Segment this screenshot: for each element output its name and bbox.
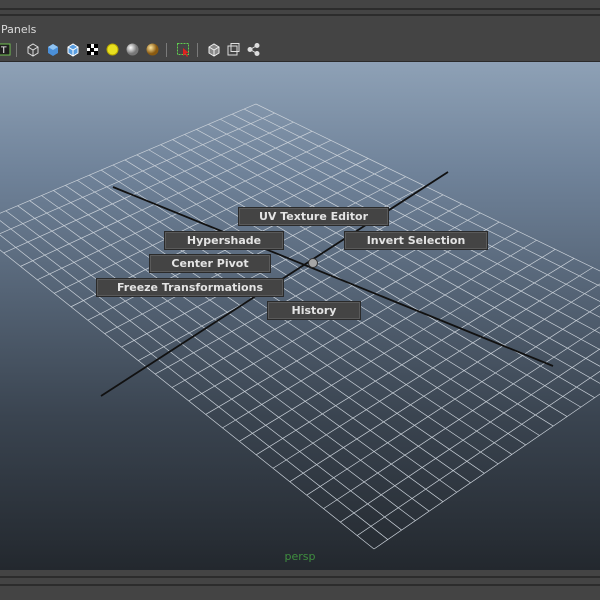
frame-cube-icon[interactable]: [226, 42, 241, 57]
isolate-cube-icon[interactable]: [206, 42, 221, 57]
checker-texture-icon[interactable]: [85, 42, 100, 57]
panel-toolbar: T: [0, 39, 600, 62]
marking-menu-center: [308, 258, 318, 268]
perspective-viewport[interactable]: UV Texture Editor Hypershade Invert Sele…: [0, 62, 600, 570]
camera-label: persp: [284, 550, 316, 563]
toolbar-separator: [166, 43, 167, 57]
hypershade-button[interactable]: Hypershade: [164, 231, 284, 250]
gold-sphere-icon[interactable]: [145, 42, 160, 57]
toolbar-separator: [197, 43, 198, 57]
freeze-transformations-button[interactable]: Freeze Transformations: [96, 278, 284, 297]
menu-panels[interactable]: Panels: [1, 23, 36, 36]
wireframe-cube-icon[interactable]: [25, 42, 40, 57]
bottom-bar: [0, 570, 600, 600]
svg-text:T: T: [0, 46, 7, 56]
invert-selection-button[interactable]: Invert Selection: [344, 231, 488, 250]
toolbar-separator: [16, 43, 17, 57]
t-icon[interactable]: T: [0, 42, 12, 57]
panel-menu-bar: Panels: [0, 21, 600, 39]
uv-texture-editor-button[interactable]: UV Texture Editor: [238, 207, 389, 226]
history-button[interactable]: History: [267, 301, 361, 320]
nodes-icon[interactable]: [246, 42, 261, 57]
smooth-shade-cube-icon[interactable]: [45, 42, 60, 57]
select-cursor-icon[interactable]: [176, 42, 191, 57]
shaded-wire-cube-icon[interactable]: [65, 42, 80, 57]
title-bar: [0, 0, 600, 21]
light-bulb-icon[interactable]: [105, 42, 120, 57]
center-pivot-button[interactable]: Center Pivot: [149, 254, 271, 273]
grey-sphere-icon[interactable]: [125, 42, 140, 57]
